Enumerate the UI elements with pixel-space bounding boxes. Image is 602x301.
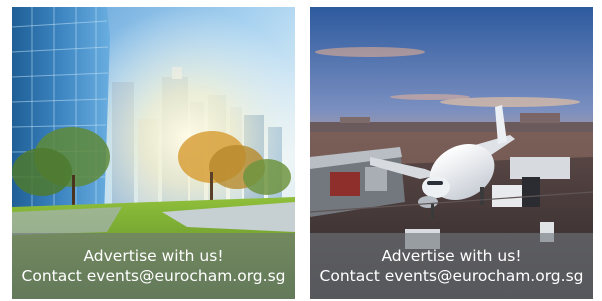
advertise-headline: Advertise with us! [83, 247, 224, 265]
advertise-banner-city[interactable]: Advertise with us! Contact events@euroch… [12, 7, 295, 299]
advertise-contact-text[interactable]: Contact events@eurocham.org.sg [12, 267, 295, 285]
advertise-caption: Advertise with us! Contact events@euroch… [310, 233, 593, 299]
advertise-contact-text[interactable]: Contact events@eurocham.org.sg [310, 267, 593, 285]
advertise-banner-airport[interactable]: Advertise with us! Contact events@euroch… [310, 7, 593, 299]
advertise-caption: Advertise with us! Contact events@euroch… [12, 233, 295, 299]
advertise-headline: Advertise with us! [381, 247, 522, 265]
